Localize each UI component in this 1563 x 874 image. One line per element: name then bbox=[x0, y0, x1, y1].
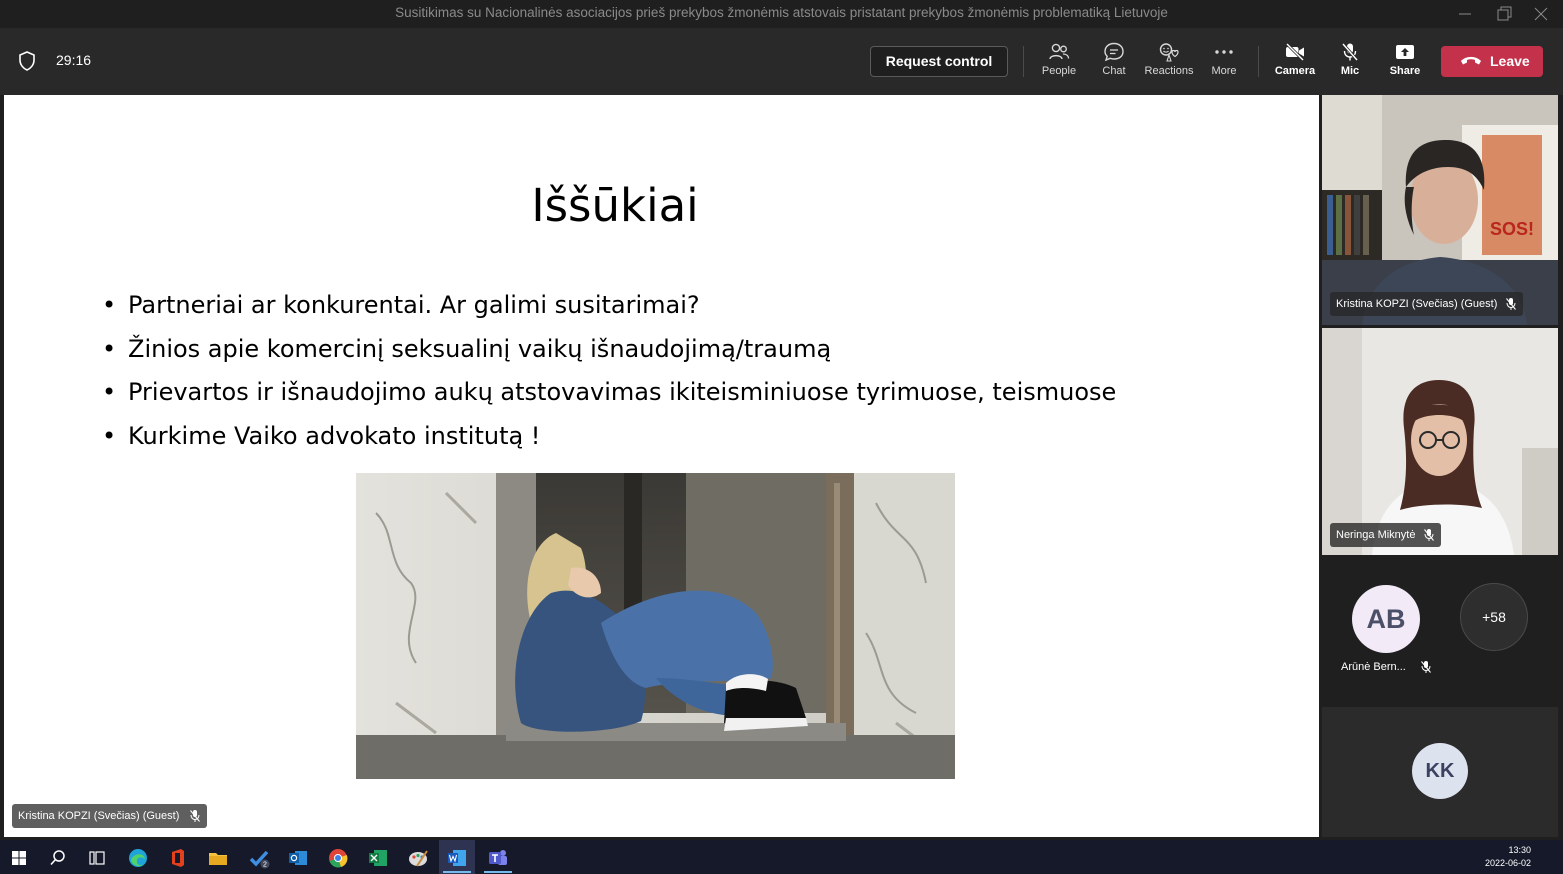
svg-text:SOS!: SOS! bbox=[1490, 219, 1534, 239]
presenter-name-tag: Kristina KOPZI (Svečias) (Guest) bbox=[12, 804, 208, 828]
edge-browser-icon[interactable] bbox=[127, 847, 149, 869]
avatar-ab-name: Arūnė Bern... bbox=[1341, 661, 1406, 673]
teams-meeting-window: Susitikimas su Nacionalinės asociacijos … bbox=[0, 0, 1563, 874]
excel-icon[interactable] bbox=[367, 847, 389, 869]
search-icon[interactable] bbox=[47, 847, 69, 869]
more-participants-badge[interactable]: +58 bbox=[1460, 583, 1528, 651]
mic-muted-icon bbox=[1424, 529, 1435, 541]
slide-bullet: • Žinios apie komercinį seksualinį vaikų … bbox=[102, 334, 832, 363]
shield-icon[interactable] bbox=[17, 50, 37, 72]
close-icon[interactable] bbox=[1531, 4, 1551, 24]
more-icon bbox=[1215, 50, 1233, 54]
window-title-bar: Susitikimas su Nacionalinės asociacijos … bbox=[0, 0, 1563, 28]
reactions-button[interactable]: Reactions bbox=[1141, 40, 1197, 86]
restore-icon[interactable] bbox=[1494, 4, 1514, 24]
chrome-icon[interactable] bbox=[327, 847, 349, 869]
participant-video-tile[interactable]: Neringa Miknytė bbox=[1322, 328, 1558, 555]
participants-panel: SOS! Kristina KOPZI (Svečias) (Guest) Ne… bbox=[1319, 95, 1563, 837]
mic-button[interactable]: Mic bbox=[1322, 40, 1378, 86]
task-view-icon[interactable] bbox=[86, 847, 108, 869]
todo-badge: 2 bbox=[263, 862, 267, 869]
open-app-indicator bbox=[484, 871, 512, 873]
participant-avatar-tile[interactable]: KK bbox=[1322, 707, 1558, 837]
slide-bullet: • Prievartos ir išnaudojimo aukų atstovav… bbox=[102, 378, 1117, 407]
camera-off-icon bbox=[1285, 42, 1305, 62]
meeting-timer: 29:16 bbox=[56, 52, 92, 68]
more-button[interactable]: More bbox=[1196, 40, 1252, 86]
child-in-doorway-illustration bbox=[356, 473, 955, 779]
avatar-ab[interactable]: AB bbox=[1352, 585, 1420, 653]
camera-button[interactable]: Camera bbox=[1267, 40, 1323, 86]
slide-title: Iššūkiai bbox=[531, 179, 699, 232]
shared-presentation-stage[interactable]: Iššūkiai • Partneriai ar konkurentai. Ar … bbox=[4, 95, 1319, 837]
chat-button[interactable]: Chat bbox=[1086, 40, 1142, 86]
meeting-toolbar: 29:16 Request control People Chat Reacti… bbox=[0, 28, 1563, 95]
window-title: Susitikimas su Nacionalinės asociacijos … bbox=[395, 5, 1168, 20]
toolbar-divider bbox=[1023, 46, 1024, 77]
windows-start-icon[interactable] bbox=[8, 847, 30, 869]
windows-taskbar: 2 13:30 2022-06-02 bbox=[0, 840, 1563, 874]
toolbar-divider bbox=[1258, 46, 1259, 77]
outlook-icon[interactable] bbox=[287, 847, 309, 869]
chat-icon bbox=[1104, 42, 1124, 62]
mic-muted-icon bbox=[1421, 661, 1431, 673]
participant-name-tag: Kristina KOPZI (Svečias) (Guest) bbox=[1330, 292, 1524, 316]
slide-bullet: • Kurkime Vaiko advokato institutą ! bbox=[102, 421, 541, 450]
todo-icon[interactable]: 2 bbox=[248, 847, 270, 869]
hang-up-icon bbox=[1461, 56, 1481, 65]
minimize-icon[interactable] bbox=[1455, 4, 1475, 24]
participant-video-tile[interactable]: SOS! Kristina KOPZI (Svečias) (Guest) bbox=[1322, 95, 1558, 325]
slide-photo bbox=[356, 473, 955, 779]
request-control-button[interactable]: Request control bbox=[870, 46, 1008, 77]
file-explorer-icon[interactable] bbox=[207, 847, 229, 869]
participant-video-feed bbox=[1322, 328, 1558, 555]
leave-button[interactable]: Leave bbox=[1441, 46, 1543, 77]
share-button[interactable]: Share bbox=[1377, 40, 1433, 86]
paint-icon[interactable] bbox=[407, 847, 429, 869]
mic-muted-icon bbox=[1506, 298, 1517, 310]
slide-bullet: • Partneriai ar konkurentai. Ar galimi su… bbox=[102, 291, 700, 319]
mic-off-icon bbox=[1341, 43, 1359, 61]
active-app-indicator bbox=[443, 871, 471, 873]
teams-icon[interactable] bbox=[487, 847, 509, 869]
word-icon[interactable] bbox=[446, 847, 468, 869]
reactions-icon bbox=[1159, 43, 1179, 62]
people-icon bbox=[1049, 43, 1070, 60]
office-icon[interactable] bbox=[167, 847, 189, 869]
mic-muted-icon bbox=[190, 810, 201, 822]
people-button[interactable]: People bbox=[1031, 40, 1087, 86]
share-screen-icon bbox=[1396, 45, 1414, 59]
system-clock[interactable]: 13:30 2022-06-02 bbox=[1485, 844, 1531, 870]
participant-name-tag: Neringa Miknytė bbox=[1330, 523, 1442, 547]
avatar-kk: KK bbox=[1412, 743, 1468, 799]
slide-bullet-list: • Partneriai ar konkurentai. Ar galimi su… bbox=[102, 291, 1116, 465]
participant-video-feed: SOS! bbox=[1322, 95, 1558, 325]
